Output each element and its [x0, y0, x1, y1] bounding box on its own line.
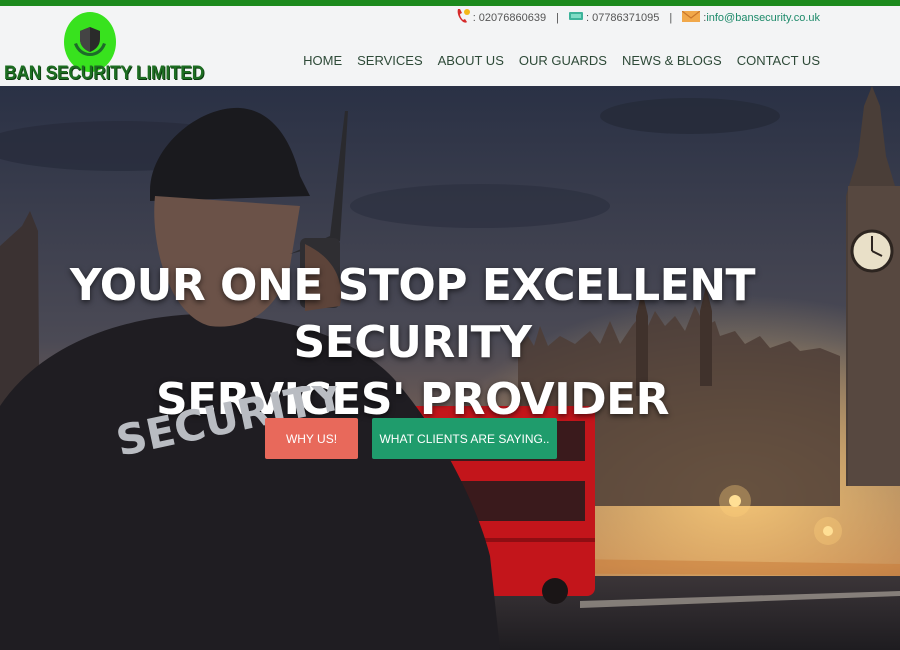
separator: | — [556, 11, 559, 24]
mobile-icon — [568, 11, 583, 24]
email-contact[interactable]: : info@bansecurity.co.uk — [681, 10, 820, 25]
nav-contact-us[interactable]: CONTACT US — [737, 53, 820, 68]
nav-about-us[interactable]: ABOUT US — [438, 53, 504, 68]
mobile-contact[interactable]: : 07786371095 — [568, 11, 660, 24]
mobile-number: : 07786371095 — [585, 11, 660, 24]
hero-banner: YOUR ONE STOP EXCELLENT SECURITY SERVICE… — [0, 86, 900, 650]
main-nav: HOME SERVICES ABOUT US OUR GUARDS NEWS &… — [288, 53, 820, 68]
contact-bar: : 02076860639 | : 07786371095 | : info@b… — [456, 8, 820, 27]
hero-title-line-1: YOUR ONE STOP EXCELLENT SECURITY — [69, 260, 756, 368]
site-logo[interactable]: BAN SECURITY LIMITED — [0, 6, 204, 86]
separator: | — [669, 11, 673, 24]
envelope-icon — [681, 10, 701, 25]
client-testimonials-button[interactable]: WHAT CLIENTS ARE SAYING.. — [372, 418, 557, 459]
nav-home[interactable]: HOME — [303, 53, 342, 68]
nav-services[interactable]: SERVICES — [357, 53, 423, 68]
why-us-button[interactable]: WHY US! — [265, 418, 358, 459]
site-header: BAN SECURITY LIMITED : 02076860639 | : 0… — [0, 6, 900, 86]
nav-news-blogs[interactable]: NEWS & BLOGS — [622, 53, 722, 68]
email-link[interactable]: info@bansecurity.co.uk — [706, 12, 820, 24]
phone-contact[interactable]: : 02076860639 — [456, 8, 546, 27]
nav-our-guards[interactable]: OUR GUARDS — [519, 53, 607, 68]
shield-hands-icon — [74, 27, 106, 56]
phone-icon — [456, 8, 470, 27]
phone-number: : 02076860639 — [472, 11, 547, 24]
brand-name: BAN SECURITY LIMITED — [4, 63, 205, 84]
